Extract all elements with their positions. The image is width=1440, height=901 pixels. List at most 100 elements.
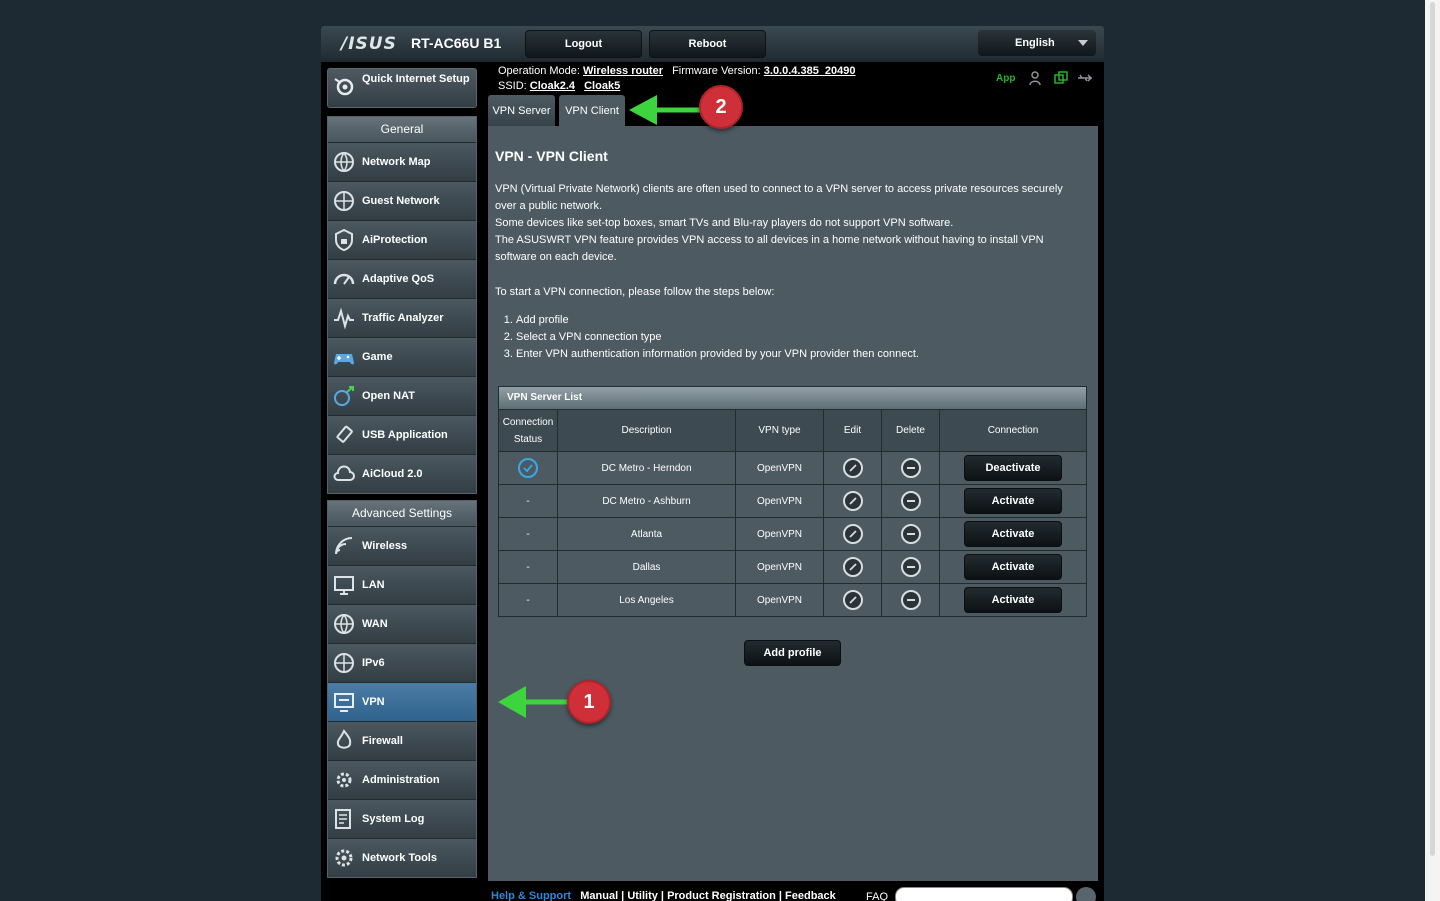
sidebar-item-vpn[interactable]: VPN [328, 682, 476, 721]
reboot-button[interactable]: Reboot [649, 30, 766, 58]
table-row: - Los Angeles OpenVPN Activate [499, 583, 1086, 616]
vpn-type-cell: OpenVPN [735, 551, 823, 583]
sidebar-item-label: VPN [362, 696, 385, 708]
table-row: - Atlanta OpenVPN Activate [499, 517, 1086, 550]
ipv6-globe-icon [334, 653, 354, 673]
connection-status-cell: - [526, 528, 530, 540]
sidebar-item-administration[interactable]: Administration [328, 760, 476, 799]
connection-status-cell: - [526, 561, 530, 573]
sidebar-item-open-nat[interactable]: Open NAT [328, 376, 476, 415]
edit-pencil-icon[interactable] [842, 557, 863, 577]
footer-links: Help & Support Manual | Utility | Produc… [491, 890, 836, 901]
delete-minus-icon[interactable] [900, 557, 921, 577]
ssid-label: SSID: [498, 80, 527, 92]
delete-cell [881, 452, 939, 484]
app-link[interactable]: App [996, 73, 1015, 84]
description-line-3: The ASUSWRT VPN feature provides VPN acc… [495, 234, 1044, 263]
description-cell: Los Angeles [557, 584, 735, 616]
edit-pencil-icon[interactable] [842, 590, 863, 610]
vpn-type-cell: OpenVPN [735, 584, 823, 616]
sidebar-item-label: Network Tools [362, 852, 437, 864]
sidebar-item-system-log[interactable]: System Log [328, 799, 476, 838]
sidebar-item-label: USB Application [362, 429, 448, 441]
sidebar-item-aicloud[interactable]: AiCloud 2.0 [328, 454, 476, 493]
add-profile-button[interactable]: Add profile [744, 640, 841, 666]
footer-link-group[interactable]: Manual | Utility | Product Registration … [580, 890, 836, 901]
annotation-badge-2: 2 [699, 85, 743, 129]
delete-minus-icon[interactable] [900, 458, 921, 478]
tab-vpn-client[interactable]: VPN Client [559, 95, 625, 126]
col-header-status: Connection Status [502, 416, 554, 445]
activate-button[interactable]: Activate [964, 488, 1062, 514]
table-header-row: Connection Status Description VPN type E… [499, 409, 1086, 451]
delete-minus-icon[interactable] [900, 590, 921, 610]
wan-globe-icon [334, 614, 354, 634]
delete-minus-icon[interactable] [900, 491, 921, 511]
sidebar-item-game[interactable]: Game [328, 337, 476, 376]
description-cell: DC Metro - Ashburn [557, 485, 735, 517]
page-scrollbar[interactable] [1425, 0, 1440, 901]
logout-button[interactable]: Logout [525, 30, 642, 58]
edit-cell [823, 551, 881, 583]
sidebar-item-network-map[interactable]: Network Map [328, 142, 476, 181]
sidebar-item-label: Adaptive QoS [362, 273, 435, 285]
sidebar-item-guest-network[interactable]: Guest Network [328, 181, 476, 220]
sidebar-item-wireless[interactable]: Wireless [328, 526, 476, 565]
operation-mode-label: Operation Mode: [498, 65, 580, 77]
ssid-link-2g[interactable]: Cloak2.4 [530, 80, 575, 92]
vpn-description: VPN (Virtual Private Network) clients ar… [495, 181, 1085, 266]
col-header-connection: Connection [939, 410, 1086, 451]
table-row: DC Metro - Herndon OpenVPN Deactivate [499, 451, 1086, 484]
sidebar-item-aiprotection[interactable]: AiProtection [328, 220, 476, 259]
sidebar-item-adaptive-qos[interactable]: Adaptive QoS [328, 259, 476, 298]
connection-status-cell: - [526, 594, 530, 606]
quick-setup-label: Quick Internet Setup [362, 73, 470, 85]
edit-pencil-icon[interactable] [842, 491, 863, 511]
tools-gear-icon [335, 849, 353, 867]
annotation-badge-1: 1 [567, 680, 611, 724]
description-line-2: Some devices like set-top boxes, smart T… [495, 217, 954, 229]
advanced-settings-menu: Advanced Settings Wireless LAN WAN IPv6 … [327, 500, 477, 878]
ssid-link-5g[interactable]: Cloak5 [584, 80, 620, 92]
usb-status-icon[interactable] [1077, 70, 1093, 86]
operation-mode-link[interactable]: Wireless router [583, 65, 663, 77]
vpn-server-list-table: VPN Server List Connection Status Descri… [498, 386, 1087, 617]
faq-search-input[interactable] [895, 887, 1073, 901]
sidebar-item-label: Open NAT [362, 390, 415, 402]
sidebar-item-label: Firewall [362, 735, 403, 747]
router-model: RT-AC66U B1 [411, 35, 502, 51]
shield-lock-icon [335, 228, 353, 252]
deactivate-button[interactable]: Deactivate [964, 455, 1062, 481]
language-select[interactable]: English [978, 30, 1096, 56]
steps-intro: To start a VPN connection, please follow… [495, 286, 775, 298]
quick-internet-setup-button[interactable]: Quick Internet Setup [327, 68, 477, 108]
edit-pencil-icon[interactable] [842, 458, 863, 478]
sidebar-item-network-tools[interactable]: Network Tools [328, 838, 476, 877]
sidebar-item-label: IPv6 [362, 657, 385, 669]
sidebar-item-ipv6[interactable]: IPv6 [328, 643, 476, 682]
firmware-link[interactable]: 3.0.0.4.385_20490 [764, 65, 856, 77]
description-line-1: VPN (Virtual Private Network) clients ar… [495, 183, 1063, 212]
clients-icon[interactable] [1029, 70, 1045, 86]
sidebar-item-traffic-analyzer[interactable]: Traffic Analyzer [328, 298, 476, 337]
scrollbar-thumb[interactable] [1430, 2, 1435, 856]
network-status-icon[interactable] [1053, 70, 1069, 86]
sidebar-item-firewall[interactable]: Firewall [328, 721, 476, 760]
sidebar-item-label: Traffic Analyzer [362, 312, 444, 324]
speedometer-icon [333, 273, 355, 285]
tab-vpn-server[interactable]: VPN Server [488, 95, 555, 126]
delete-minus-icon[interactable] [900, 524, 921, 544]
sidebar-item-usb-application[interactable]: USB Application [328, 415, 476, 454]
faq-label: FAQ [866, 891, 889, 901]
step-item: Enter VPN authentication information pro… [516, 346, 919, 363]
sidebar-item-wan[interactable]: WAN [328, 604, 476, 643]
help-support-link[interactable]: Help & Support [491, 890, 571, 901]
activate-button[interactable]: Activate [964, 587, 1062, 613]
connected-check-icon [518, 458, 538, 478]
activate-button[interactable]: Activate [964, 521, 1062, 547]
sidebar-item-lan[interactable]: LAN [328, 565, 476, 604]
search-icon[interactable] [1076, 887, 1096, 901]
edit-pencil-icon[interactable] [842, 524, 863, 544]
activate-button[interactable]: Activate [964, 554, 1062, 580]
description-cell: Dallas [557, 551, 735, 583]
